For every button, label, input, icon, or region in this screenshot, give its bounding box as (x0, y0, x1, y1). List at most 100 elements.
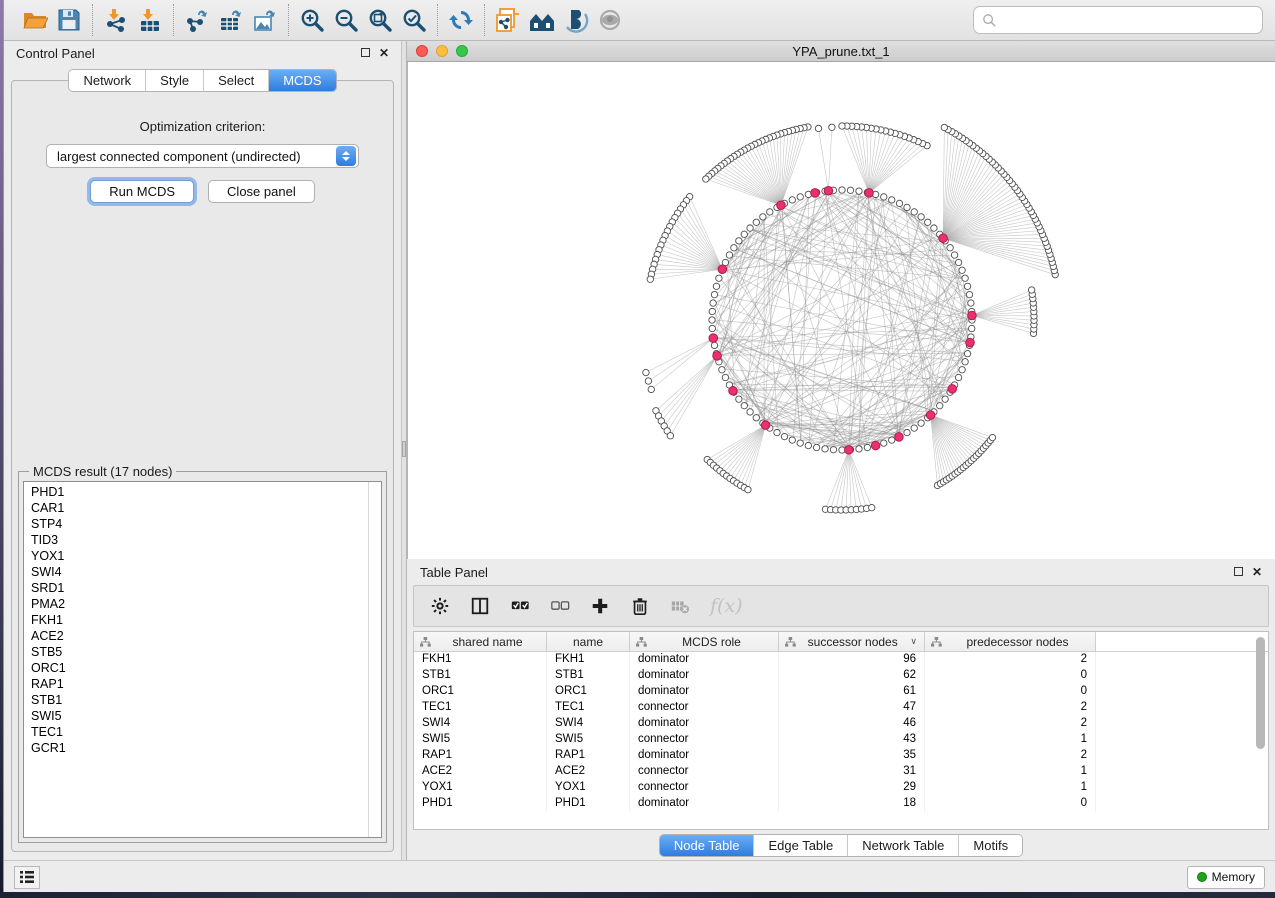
column-header-name[interactable]: name (547, 632, 630, 651)
mcds-result-list[interactable]: PHD1CAR1STP4TID3YOX1SWI4SRD1PMA2FKH1ACE2… (23, 481, 382, 838)
table-cell: FKH1 (547, 652, 630, 668)
mcds-result-item[interactable]: CAR1 (31, 500, 368, 516)
table-row[interactable]: PHD1PHD1dominator180 (414, 796, 1268, 812)
table-cell: STB1 (547, 668, 630, 684)
close-panel-icon[interactable]: ✕ (379, 47, 389, 59)
run-mcds-button[interactable]: Run MCDS (90, 180, 194, 203)
float-table-panel-icon[interactable] (1234, 566, 1243, 578)
tab-edge-table[interactable]: Edge Table (754, 835, 848, 856)
mcds-result-item[interactable]: SRD1 (31, 580, 368, 596)
column-header-filler (1096, 632, 1268, 651)
search-field[interactable] (997, 13, 1254, 27)
export-table-icon[interactable] (214, 4, 248, 36)
tab-style[interactable]: Style (146, 70, 204, 91)
tab-select[interactable]: Select (204, 70, 269, 91)
column-header-MCDS-role[interactable]: MCDS role (630, 632, 779, 651)
network-window-titlebar[interactable]: YPA_prune.txt_1 (407, 41, 1275, 62)
show-panels-button[interactable] (14, 866, 40, 889)
table-row[interactable]: TEC1TEC1connector472 (414, 700, 1268, 716)
table-row[interactable]: RAP1RAP1dominator352 (414, 748, 1268, 764)
mcds-result-item[interactable]: FKH1 (31, 612, 368, 628)
select-all-icon[interactable] (510, 596, 530, 616)
table-row[interactable]: STB1STB1dominator620 (414, 668, 1268, 684)
table-row[interactable]: SWI5SWI5connector431 (414, 732, 1268, 748)
table-cell: YOX1 (547, 780, 630, 796)
table-cell: 2 (925, 700, 1096, 716)
table-cell: 2 (925, 652, 1096, 668)
table-scrollbar[interactable] (1255, 634, 1266, 827)
mcds-result-item[interactable]: RAP1 (31, 676, 368, 692)
tab-motifs[interactable]: Motifs (959, 835, 1022, 856)
mcds-list-scrollbar[interactable] (368, 482, 381, 837)
mcds-result-item[interactable]: YOX1 (31, 548, 368, 564)
zoom-fit-icon[interactable] (363, 4, 397, 36)
table-cell: connector (630, 700, 779, 716)
open-file-icon[interactable] (18, 4, 52, 36)
tab-network[interactable]: Network (69, 70, 146, 91)
mcds-result-item[interactable]: PMA2 (31, 596, 368, 612)
table-header-row: shared namenameMCDS rolesuccessor nodes∨… (414, 632, 1268, 652)
mcds-result-item[interactable]: SWI5 (31, 708, 368, 724)
mcds-result-item[interactable]: TEC1 (31, 724, 368, 740)
column-layout-icon[interactable] (470, 596, 490, 616)
column-header-shared-name[interactable]: shared name (414, 632, 547, 651)
deselect-all-icon[interactable] (550, 596, 570, 616)
float-panel-icon[interactable] (361, 47, 370, 59)
mcds-result-item[interactable]: SWI4 (31, 564, 368, 580)
import-network-icon[interactable] (99, 4, 133, 36)
table-settings-icon[interactable] (430, 596, 450, 616)
add-column-icon[interactable] (590, 596, 610, 616)
zoom-out-icon[interactable] (329, 4, 363, 36)
table-cell: TEC1 (414, 700, 547, 716)
table-scrollbar-thumb[interactable] (1256, 637, 1265, 749)
table-row[interactable]: FKH1FKH1dominator962 (414, 652, 1268, 668)
optimization-criterion-select[interactable]: largest connected component (undirected) (46, 144, 359, 168)
node-table: shared namenameMCDS rolesuccessor nodes∨… (413, 631, 1269, 830)
table-row[interactable]: YOX1YOX1connector291 (414, 780, 1268, 796)
zoom-selected-icon[interactable] (397, 4, 431, 36)
tab-network-table[interactable]: Network Table (848, 835, 959, 856)
mcds-result-item[interactable]: TID3 (31, 532, 368, 548)
table-cell: SWI5 (547, 732, 630, 748)
memory-button[interactable]: Memory (1187, 866, 1265, 889)
close-panel-button[interactable]: Close panel (208, 180, 315, 203)
column-header-predecessor-nodes[interactable]: predecessor nodes (925, 632, 1096, 651)
zoom-in-icon[interactable] (295, 4, 329, 36)
splitter-handle[interactable] (402, 441, 406, 457)
table-cell: YOX1 (414, 780, 547, 796)
refresh-icon[interactable] (444, 4, 478, 36)
first-neighbors-icon[interactable] (525, 4, 559, 36)
table-cell: dominator (630, 668, 779, 684)
dropdown-stepper-icon (336, 146, 356, 166)
mcds-result-item[interactable]: ORC1 (31, 660, 368, 676)
table-cell: dominator (630, 716, 779, 732)
new-network-from-selection-icon[interactable] (491, 4, 525, 36)
search-input[interactable] (973, 6, 1263, 34)
table-row[interactable]: ACE2ACE2connector311 (414, 764, 1268, 780)
mcds-result-item[interactable]: GCR1 (31, 740, 368, 756)
import-table-icon[interactable] (133, 4, 167, 36)
table-cell: 62 (779, 668, 925, 684)
export-network-icon[interactable] (180, 4, 214, 36)
table-row[interactable]: SWI4SWI4dominator462 (414, 716, 1268, 732)
mcds-result-item[interactable]: PHD1 (31, 484, 368, 500)
mcds-result-item[interactable]: STB1 (31, 692, 368, 708)
mcds-result-item[interactable]: STP4 (31, 516, 368, 532)
network-canvas[interactable] (407, 62, 1275, 559)
mcds-result-item[interactable]: ACE2 (31, 628, 368, 644)
tab-mcds[interactable]: MCDS (269, 70, 335, 91)
table-row[interactable]: ORC1ORC1dominator610 (414, 684, 1268, 700)
table-cell: 43 (779, 732, 925, 748)
hide-details-icon[interactable] (559, 4, 593, 36)
column-header-successor-nodes[interactable]: successor nodes∨ (779, 632, 925, 651)
close-table-panel-icon[interactable]: ✕ (1252, 566, 1262, 578)
table-cell: PHD1 (547, 796, 630, 812)
mcds-result-item[interactable]: STB5 (31, 644, 368, 660)
network-graph[interactable] (408, 62, 1275, 559)
save-session-icon[interactable] (52, 4, 86, 36)
memory-button-label: Memory (1212, 870, 1255, 884)
export-image-icon[interactable] (248, 4, 282, 36)
tab-node-table[interactable]: Node Table (660, 835, 755, 856)
delete-column-icon[interactable] (630, 596, 650, 616)
table-cell: ORC1 (414, 684, 547, 700)
